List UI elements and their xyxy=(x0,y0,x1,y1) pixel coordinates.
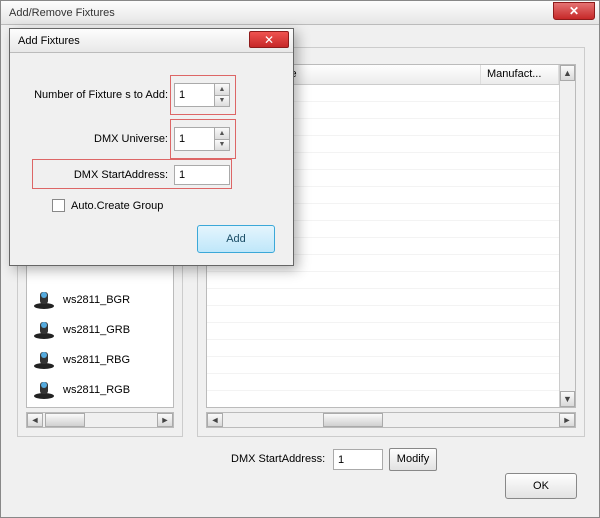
spin-up-icon[interactable]: ▲ xyxy=(215,84,229,96)
moving-head-icon xyxy=(31,289,57,311)
dialog-body: Number of Fixture s to Add: ▲ ▼ DMX Univ… xyxy=(10,53,293,265)
scroll-left-icon[interactable]: ◄ xyxy=(27,413,43,427)
spin-down-icon[interactable]: ▼ xyxy=(215,96,229,107)
modify-button[interactable]: Modify xyxy=(389,448,437,471)
add-fixtures-dialog: Add Fixtures ✕ Number of Fixture s to Ad… xyxy=(9,28,294,266)
scroll-thumb[interactable] xyxy=(323,413,383,427)
moving-head-icon xyxy=(31,379,57,401)
moving-head-icon xyxy=(31,349,57,371)
scroll-track[interactable] xyxy=(43,413,157,427)
list-item-label: ws2811_GRB xyxy=(63,324,130,336)
fixture-list-hscroll[interactable]: ◄ ► xyxy=(26,412,174,428)
main-titlebar: Add/Remove Fixtures ✕ xyxy=(1,1,599,25)
scroll-track[interactable] xyxy=(223,413,559,427)
list-item[interactable]: ws2811_BGR xyxy=(27,285,173,315)
close-icon: ✕ xyxy=(264,34,274,46)
spin-up-icon[interactable]: ▲ xyxy=(215,128,229,140)
col-manufacturer[interactable]: Manufact... xyxy=(481,65,559,84)
scroll-right-icon[interactable]: ► xyxy=(157,413,173,427)
spin-down-icon[interactable]: ▼ xyxy=(215,140,229,151)
dmx-universe-label: DMX Universe: xyxy=(18,133,168,145)
scroll-down-icon[interactable]: ▼ xyxy=(560,391,575,407)
scroll-thumb[interactable] xyxy=(45,413,85,427)
close-icon: ✕ xyxy=(569,5,579,17)
main-title: Add/Remove Fixtures xyxy=(9,7,115,19)
num-fixtures-spinner[interactable]: ▲ ▼ xyxy=(174,83,230,107)
scroll-right-icon[interactable]: ► xyxy=(559,413,575,427)
dialog-close-button[interactable]: ✕ xyxy=(249,31,289,48)
dmx-universe-input[interactable] xyxy=(174,127,214,151)
num-fixtures-label: Number of Fixture s to Add: xyxy=(18,89,168,101)
list-item[interactable]: ws2811_RGB xyxy=(27,375,173,405)
add-button[interactable]: Add xyxy=(197,225,275,253)
num-fixtures-input[interactable] xyxy=(174,83,214,107)
auto-create-group-label: Auto.Create Group xyxy=(71,200,163,212)
list-item-label: ws2811_RGB xyxy=(63,384,130,396)
dialog-title: Add Fixtures xyxy=(18,35,80,47)
list-item-label: ws2811_RBG xyxy=(63,354,130,366)
scroll-track[interactable] xyxy=(560,81,575,391)
start-address-label: DMX StartAddress: xyxy=(18,169,168,181)
ok-button[interactable]: OK xyxy=(505,473,577,499)
start-address-input[interactable] xyxy=(333,449,383,470)
list-item-label: ws2811_BGR xyxy=(63,294,130,306)
table-vscroll[interactable]: ▲ ▼ xyxy=(559,65,575,407)
moving-head-icon xyxy=(31,319,57,341)
main-close-button[interactable]: ✕ xyxy=(553,2,595,20)
checkbox-box-icon[interactable] xyxy=(52,199,65,212)
scroll-left-icon[interactable]: ◄ xyxy=(207,413,223,427)
dialog-titlebar: Add Fixtures ✕ xyxy=(10,29,293,53)
table-hscroll[interactable]: ◄ ► xyxy=(206,412,576,428)
list-item[interactable]: ws2811_RBG xyxy=(27,345,173,375)
scroll-up-icon[interactable]: ▲ xyxy=(560,65,575,81)
start-address-label: DMX StartAddress: xyxy=(231,453,325,465)
auto-create-group-checkbox[interactable]: Auto.Create Group xyxy=(52,199,163,212)
dmx-universe-spinner[interactable]: ▲ ▼ xyxy=(174,127,230,151)
start-address-input[interactable] xyxy=(174,165,230,185)
list-item[interactable]: ws2811_GRB xyxy=(27,315,173,345)
